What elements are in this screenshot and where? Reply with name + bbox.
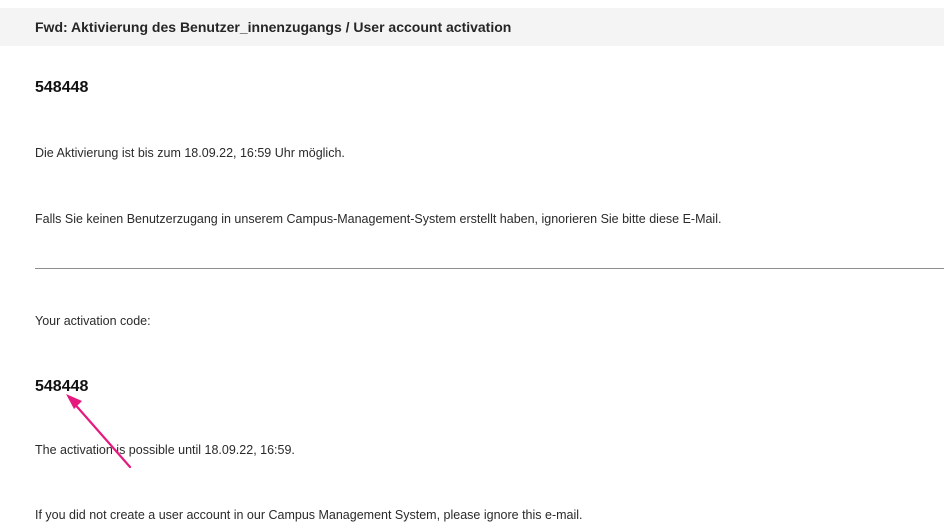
subject-bar: Fwd: Aktivierung des Benutzer_innenzugan… — [0, 8, 944, 46]
validity-text-en: The activation is possible until 18.09.2… — [35, 443, 295, 457]
horizontal-divider — [35, 268, 944, 269]
activation-code-label: Your activation code: — [35, 314, 151, 328]
ignore-notice-de: Falls Sie keinen Benutzerzugang in unser… — [35, 212, 722, 226]
email-view: Fwd: Aktivierung des Benutzer_innenzugan… — [0, 0, 944, 528]
activation-code-en: 548448 — [35, 378, 89, 395]
email-subject[interactable]: Fwd: Aktivierung des Benutzer_innenzugan… — [35, 18, 511, 36]
validity-text-de: Die Aktivierung ist bis zum 18.09.22, 16… — [35, 146, 345, 160]
ignore-notice-en: If you did not create a user account in … — [35, 508, 583, 522]
activation-code-de: 548448 — [35, 79, 89, 96]
